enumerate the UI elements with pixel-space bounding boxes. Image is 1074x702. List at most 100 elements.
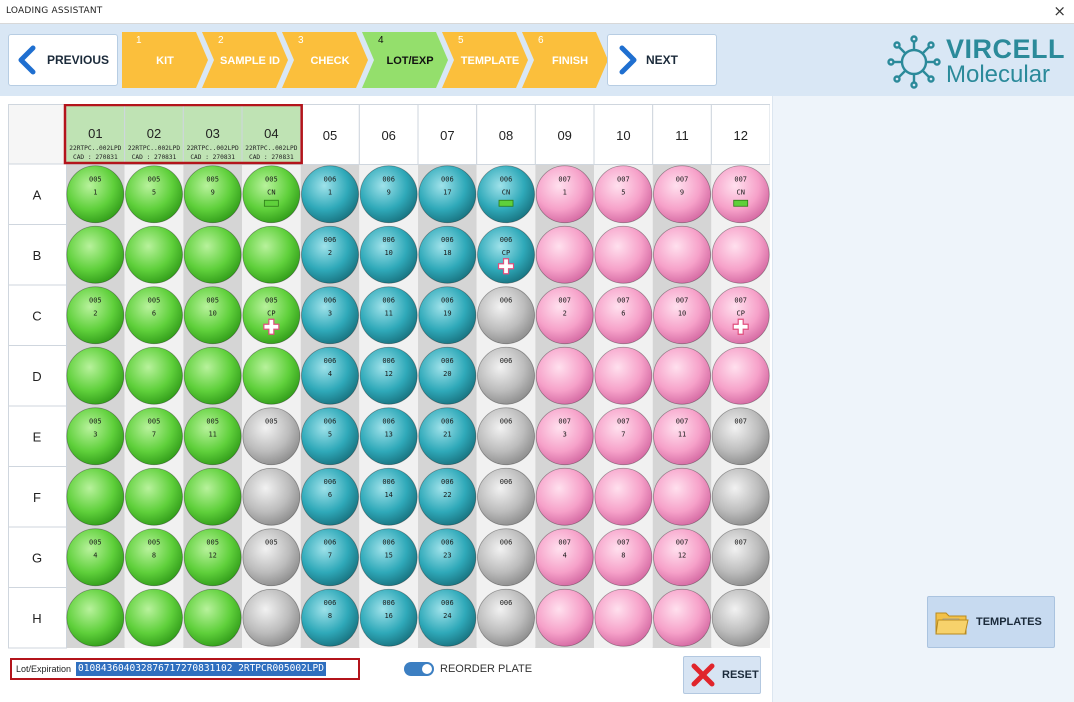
- well-E10[interactable]: 007 7: [594, 407, 653, 466]
- well-circle[interactable]: [653, 467, 711, 526]
- well-circle[interactable]: [594, 225, 653, 284]
- well-A01[interactable]: 005 1: [66, 165, 125, 224]
- column-header-09[interactable]: 09: [534, 104, 595, 165]
- well-circle[interactable]: [242, 588, 301, 647]
- column-header-03[interactable]: 03 22RTPC..002LPD CAD : 270831: [182, 104, 243, 165]
- well-C05[interactable]: 006 3: [301, 286, 359, 345]
- lot-expiration-input[interactable]: 010843604032876717270831102 2RTPCR005002…: [76, 662, 326, 676]
- well-B06[interactable]: 006 10: [359, 225, 418, 284]
- well-G07[interactable]: 006 23: [418, 528, 477, 587]
- well-G05[interactable]: 006 7: [301, 528, 359, 587]
- well-circle[interactable]: [125, 467, 183, 526]
- well-B11[interactable]: [653, 225, 711, 284]
- well-F08[interactable]: 006: [477, 467, 535, 526]
- well-H04[interactable]: [242, 588, 301, 647]
- well-G03[interactable]: 005 12: [183, 528, 242, 587]
- well-F01[interactable]: [66, 467, 125, 526]
- well-circle[interactable]: [125, 225, 183, 284]
- step-check[interactable]: 3 CHECK: [282, 32, 368, 88]
- well-G08[interactable]: 006: [477, 528, 535, 587]
- well-H06[interactable]: 006 16: [359, 588, 418, 647]
- well-circle[interactable]: [125, 346, 183, 405]
- well-C02[interactable]: 005 6: [125, 286, 183, 345]
- well-E07[interactable]: 006 21: [418, 407, 477, 466]
- well-H10[interactable]: [594, 588, 653, 647]
- well-circle[interactable]: [183, 346, 242, 405]
- well-D06[interactable]: 006 12: [359, 346, 418, 405]
- well-circle[interactable]: [66, 588, 125, 647]
- well-circle[interactable]: [183, 467, 242, 526]
- well-E03[interactable]: 005 11: [183, 407, 242, 466]
- well-C10[interactable]: 007 6: [594, 286, 653, 345]
- well-G04[interactable]: 005: [242, 528, 301, 587]
- well-circle[interactable]: [125, 588, 183, 647]
- well-F03[interactable]: [183, 467, 242, 526]
- column-header-12[interactable]: 12: [710, 104, 770, 165]
- well-circle[interactable]: [535, 346, 594, 405]
- column-header-10[interactable]: 10: [593, 104, 654, 165]
- well-B08[interactable]: 006 CP: [477, 225, 535, 284]
- templates-button[interactable]: TEMPLATES: [927, 596, 1055, 648]
- well-D08[interactable]: 006: [477, 346, 535, 405]
- well-C03[interactable]: 005 10: [183, 286, 242, 345]
- column-header-01[interactable]: 01 22RTPC..002LPD CAD : 270831: [65, 104, 126, 165]
- column-header-08[interactable]: 08: [476, 104, 536, 165]
- close-icon[interactable]: ×: [1053, 2, 1066, 20]
- well-D12[interactable]: [711, 346, 770, 405]
- well-C08[interactable]: 006: [477, 286, 535, 345]
- well-B02[interactable]: [125, 225, 183, 284]
- well-B04[interactable]: [242, 225, 301, 284]
- well-G12[interactable]: 007: [711, 528, 770, 587]
- well-A11[interactable]: 007 9: [653, 165, 711, 224]
- well-G10[interactable]: 007 8: [594, 528, 653, 587]
- well-circle[interactable]: [711, 225, 770, 284]
- well-circle[interactable]: [242, 346, 301, 405]
- well-F09[interactable]: [535, 467, 594, 526]
- well-circle[interactable]: [183, 588, 242, 647]
- well-G01[interactable]: 005 4: [66, 528, 125, 587]
- well-C09[interactable]: 007 2: [535, 286, 594, 345]
- well-circle[interactable]: [711, 588, 770, 647]
- well-circle[interactable]: [653, 346, 711, 405]
- well-A04[interactable]: 005 CN: [242, 165, 301, 224]
- well-circle[interactable]: [183, 225, 242, 284]
- well-B05[interactable]: 006 2: [301, 225, 359, 284]
- column-header-04[interactable]: 04 22RTPC..002LPD CAD : 270831: [241, 104, 302, 165]
- well-E04[interactable]: 005: [242, 407, 301, 466]
- well-H07[interactable]: 006 24: [418, 588, 477, 647]
- well-circle[interactable]: [711, 346, 770, 405]
- step-template[interactable]: 5 TEMPLATE: [442, 32, 528, 88]
- well-D02[interactable]: [125, 346, 183, 405]
- well-F10[interactable]: [594, 467, 653, 526]
- well-circle[interactable]: [66, 346, 125, 405]
- well-D07[interactable]: 006 20: [418, 346, 477, 405]
- step-lot-exp[interactable]: 4 LOT/EXP: [362, 32, 448, 88]
- well-A05[interactable]: 006 1: [301, 165, 359, 224]
- well-G11[interactable]: 007 12: [653, 528, 711, 587]
- well-circle[interactable]: [594, 467, 653, 526]
- well-E12[interactable]: 007: [711, 407, 770, 466]
- well-E06[interactable]: 006 13: [359, 407, 418, 466]
- well-H01[interactable]: [66, 588, 125, 647]
- well-circle[interactable]: [711, 467, 770, 526]
- column-header-06[interactable]: 06: [358, 104, 419, 165]
- well-E01[interactable]: 005 3: [66, 407, 125, 466]
- well-F06[interactable]: 006 14: [359, 467, 418, 526]
- well-D04[interactable]: [242, 346, 301, 405]
- well-A09[interactable]: 007 1: [535, 165, 594, 224]
- well-D03[interactable]: [183, 346, 242, 405]
- well-circle[interactable]: [653, 588, 711, 647]
- well-H03[interactable]: [183, 588, 242, 647]
- well-H02[interactable]: [125, 588, 183, 647]
- well-C06[interactable]: 006 11: [359, 286, 418, 345]
- well-F05[interactable]: 006 6: [301, 467, 359, 526]
- well-H09[interactable]: [535, 588, 594, 647]
- well-D10[interactable]: [594, 346, 653, 405]
- well-B12[interactable]: [711, 225, 770, 284]
- well-circle[interactable]: [535, 467, 594, 526]
- well-circle[interactable]: [594, 346, 653, 405]
- well-E02[interactable]: 005 7: [125, 407, 183, 466]
- well-C04[interactable]: 005 CP: [242, 286, 301, 345]
- well-A02[interactable]: 005 5: [125, 165, 183, 224]
- step-finish[interactable]: 6 FINISH: [522, 32, 608, 88]
